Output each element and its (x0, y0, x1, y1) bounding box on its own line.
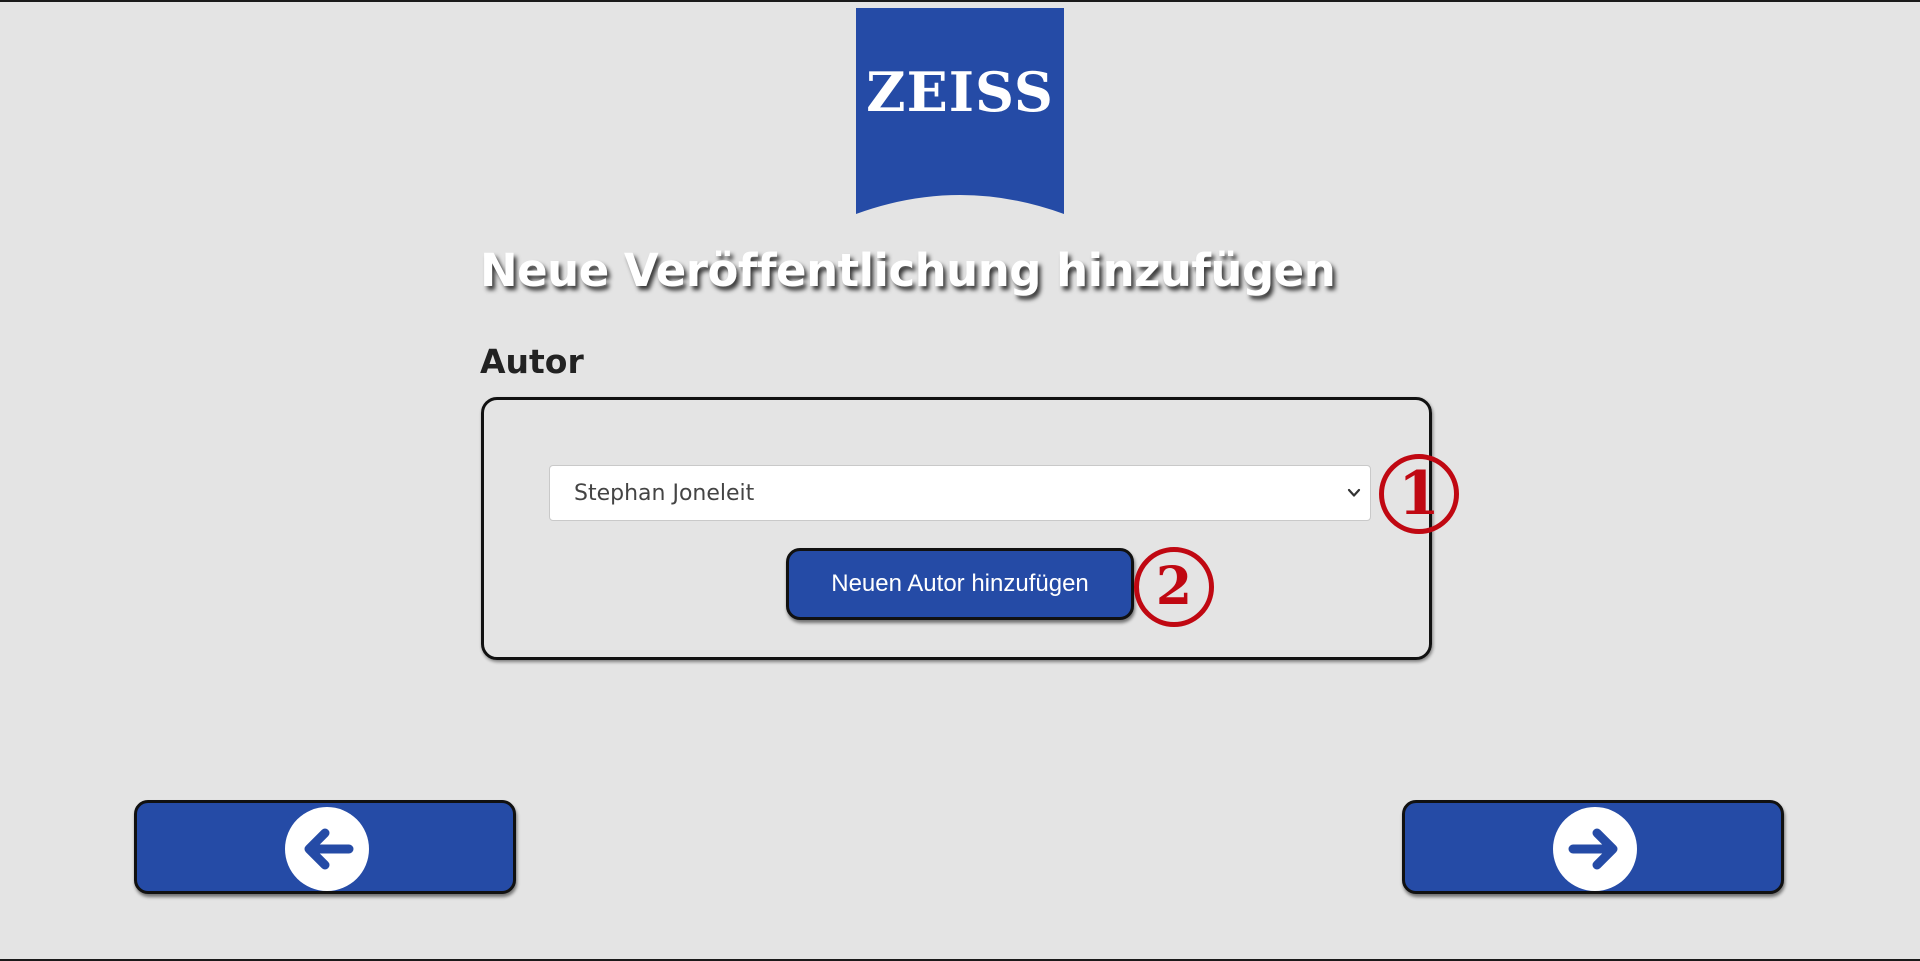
author-select-value: Stephan Joneleit (574, 481, 755, 506)
author-section-label: Autor (480, 342, 584, 381)
page-title: Neue Veröffentlichung hinzufügen (480, 244, 1336, 297)
zeiss-logo: ZEISS (856, 8, 1064, 216)
top-border (0, 0, 1920, 2)
next-button[interactable] (1402, 800, 1784, 894)
add-author-button[interactable]: Neuen Autor hinzufügen (786, 548, 1134, 620)
annotation-marker-2: 2 (1134, 547, 1214, 627)
chevron-down-icon (1346, 486, 1362, 500)
author-select[interactable]: Stephan Joneleit (549, 465, 1371, 521)
arrow-right-icon (1553, 807, 1637, 891)
author-panel (481, 397, 1432, 660)
annotation-marker-1: 1 (1379, 454, 1459, 534)
svg-text:ZEISS: ZEISS (866, 60, 1054, 124)
back-button[interactable] (134, 800, 516, 894)
arrow-left-icon (285, 807, 369, 891)
